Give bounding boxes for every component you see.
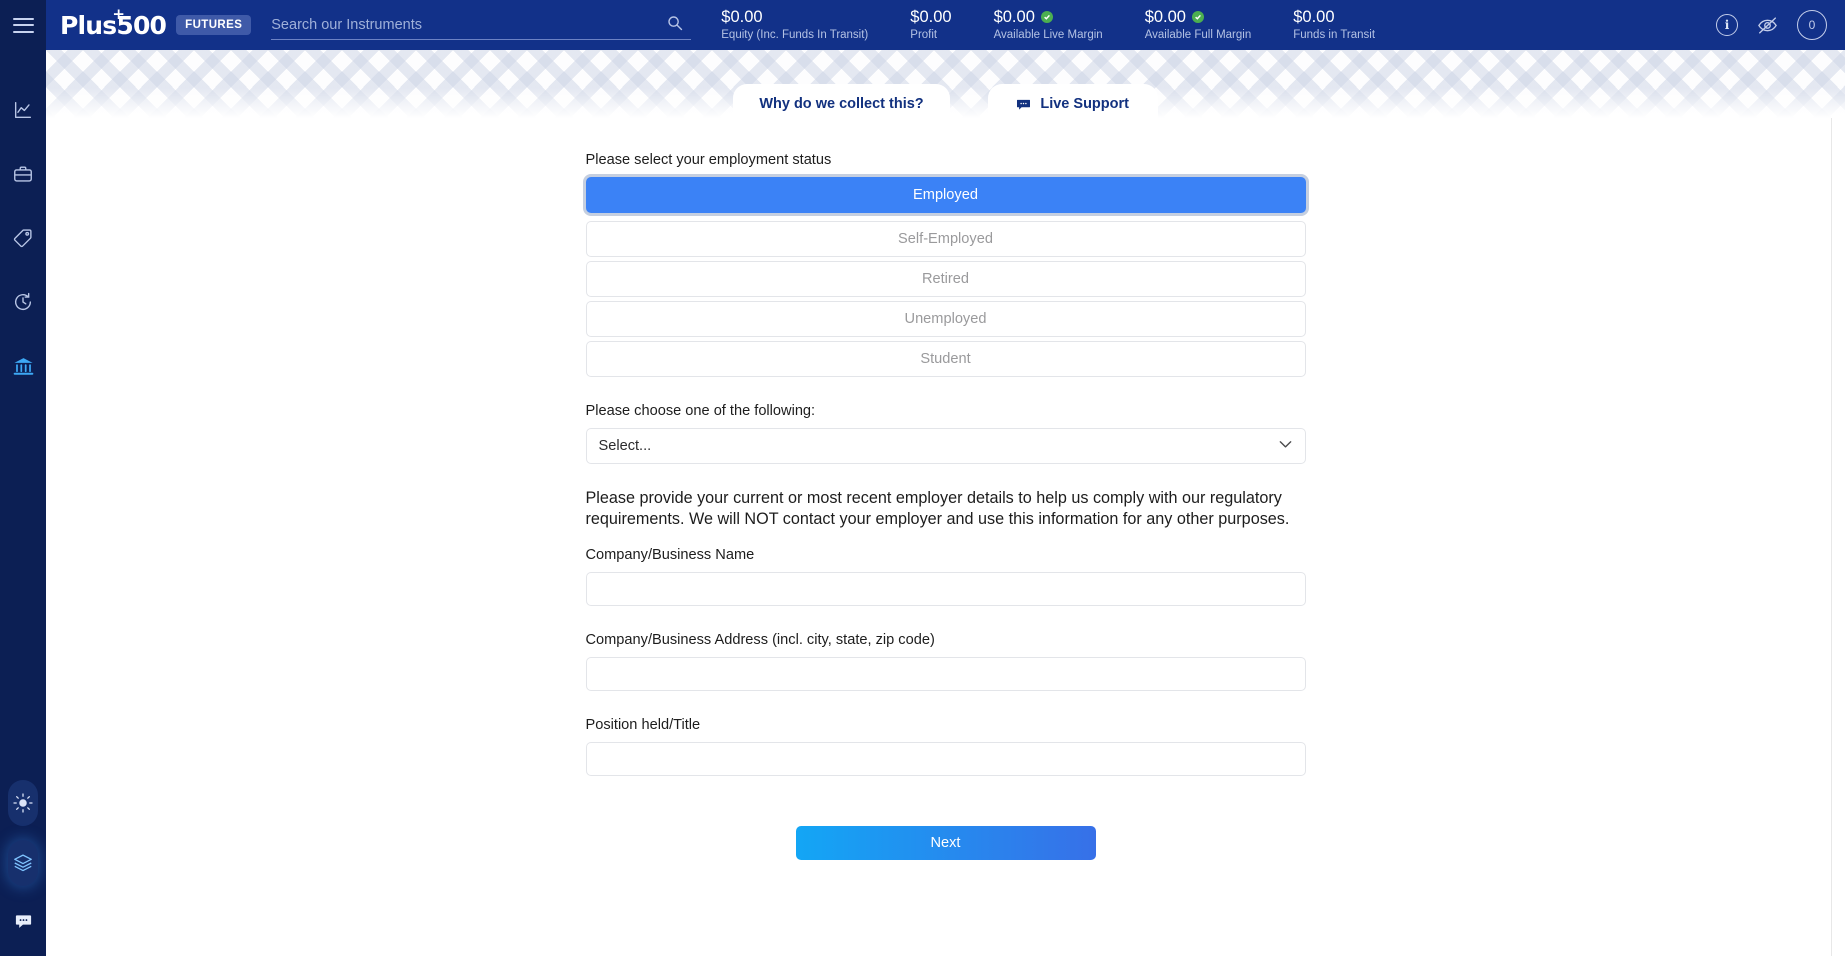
metric-label: Equity (Inc. Funds In Transit) <box>721 29 869 41</box>
app-root: + Plus500 FUTURES $0.00 Equity (Inc. Fun… <box>0 0 1845 956</box>
metric-value: $0.00 <box>721 8 763 26</box>
option-self-employed[interactable]: Self-Employed <box>585 221 1306 257</box>
option-label: Unemployed <box>904 311 987 327</box>
logo-plus-icon: + <box>112 4 125 23</box>
pending-orders-icon <box>15 292 32 311</box>
field-group-company-name: Company/Business Name <box>585 546 1306 632</box>
metric-label: Available Live Margin <box>993 29 1103 41</box>
sidebar-item-layouts[interactable] <box>8 840 38 886</box>
sidebar-item-theme[interactable] <box>8 780 38 826</box>
company-address-input[interactable] <box>585 656 1306 691</box>
search-bar[interactable] <box>271 10 692 40</box>
check-icon <box>1040 11 1053 23</box>
metric-label: Profit <box>910 29 938 41</box>
search-icon[interactable] <box>667 15 683 31</box>
option-label: Retired <box>921 271 970 287</box>
metric-value: $0.00 <box>910 8 952 26</box>
notifications-count-badge[interactable]: 0 <box>1797 10 1827 40</box>
position-input[interactable] <box>585 741 1306 776</box>
employment-status-question: Please select your employment status <box>585 152 832 168</box>
form-scroll-area[interactable]: Please select your employment status Emp… <box>46 118 1845 956</box>
brand[interactable]: + Plus500 FUTURES <box>46 6 252 40</box>
select-value: Select... <box>598 438 652 454</box>
metric-profit: $0.00 Profit <box>910 7 951 43</box>
top-bar: + Plus500 FUTURES $0.00 Equity (Inc. Fun… <box>0 0 1845 50</box>
sidebar <box>0 50 46 956</box>
bank-icon <box>13 357 33 375</box>
tab-bar: Why do we collect this? Live Support <box>46 84 1845 128</box>
tab-label: Why do we collect this? <box>759 96 924 112</box>
chat-icon <box>15 914 31 928</box>
metric-available-full-margin: $0.00 Available Full Margin <box>1145 7 1252 43</box>
field-group-position: Position held/Title <box>585 716 1306 802</box>
option-label: Student <box>920 351 971 367</box>
brand-badge: FUTURES <box>176 15 252 35</box>
sidebar-item-chat[interactable] <box>0 900 46 942</box>
info-circle-icon[interactable]: i <box>1716 14 1738 36</box>
metric-label: Funds in Transit <box>1293 29 1376 41</box>
company-address-label: Company/Business Address (incl. city, st… <box>585 631 935 648</box>
layers-icon <box>14 854 32 872</box>
option-label: Self-Employed <box>898 231 993 247</box>
info-glyph: i <box>1724 18 1730 32</box>
metric-label: Available Full Margin <box>1144 29 1252 41</box>
chart-icon <box>14 101 32 119</box>
option-unemployed[interactable]: Unemployed <box>585 301 1306 337</box>
employment-form: Please select your employment status Emp… <box>585 118 1306 956</box>
option-retired[interactable]: Retired <box>585 261 1306 297</box>
brightness-icon <box>13 793 33 813</box>
choose-one-question: Please choose one of the following: <box>585 403 816 419</box>
next-row: Next <box>586 825 1306 860</box>
logo-text: + Plus500 <box>60 6 167 40</box>
body: Why do we collect this? Live Support Ple… <box>0 50 1845 956</box>
employment-status-options: Employed Self-Employed Retired Unemploye… <box>585 177 1306 381</box>
count-value: 0 <box>1808 18 1816 32</box>
search-input[interactable] <box>271 16 692 33</box>
company-name-label: Company/Business Name <box>585 546 755 563</box>
tab-live-support[interactable]: Live Support <box>987 84 1158 128</box>
sidebar-bottom <box>0 766 46 956</box>
sidebar-item-pending-orders[interactable] <box>0 270 46 334</box>
metric-value: $0.00 <box>1293 8 1335 26</box>
briefcase-icon <box>14 166 32 182</box>
sidebar-item-portfolio[interactable] <box>0 142 46 206</box>
next-button[interactable]: Next <box>795 825 1096 860</box>
vertical-scrollbar[interactable] <box>1831 118 1845 956</box>
metric-available-live-margin: $0.00 Available Live Margin <box>994 7 1103 43</box>
choose-one-select-wrap: Select... <box>585 428 1306 464</box>
option-label: Employed <box>913 187 978 203</box>
chat-bubble-icon <box>1016 97 1031 112</box>
check-icon <box>1191 11 1204 23</box>
sidebar-item-instruments[interactable] <box>0 206 46 270</box>
metric-value: $0.00 <box>993 8 1035 26</box>
top-bar-actions: i 0 <box>1716 10 1845 40</box>
tab-label: Live Support <box>1040 96 1129 112</box>
eye-off-icon[interactable] <box>1756 15 1779 35</box>
metric-funds-in-transit: $0.00 Funds in Transit <box>1293 7 1375 43</box>
metric-value: $0.00 <box>1144 8 1186 26</box>
employer-disclaimer: Please provide your current or most rece… <box>585 489 1290 529</box>
chevron-down-icon[interactable] <box>1279 440 1292 449</box>
company-name-input[interactable] <box>585 571 1306 606</box>
sidebar-item-charts[interactable] <box>0 78 46 142</box>
hamburger-icon <box>12 17 34 33</box>
account-metrics: $0.00 Equity (Inc. Funds In Transit) $0.… <box>721 7 1716 43</box>
tag-icon <box>13 229 32 248</box>
position-label: Position held/Title <box>585 716 701 733</box>
main-content: Why do we collect this? Live Support Ple… <box>46 50 1845 956</box>
menu-button[interactable] <box>0 0 46 50</box>
tab-why-do-we-collect-this[interactable]: Why do we collect this? <box>733 84 950 128</box>
field-group-company-address: Company/Business Address (incl. city, st… <box>585 631 1306 717</box>
choose-one-select[interactable]: Select... <box>585 428 1306 464</box>
sidebar-item-funds-management[interactable] <box>0 334 46 398</box>
metric-equity: $0.00 Equity (Inc. Funds In Transit) <box>721 7 868 43</box>
option-student[interactable]: Student <box>585 341 1306 377</box>
option-employed[interactable]: Employed <box>585 177 1306 213</box>
